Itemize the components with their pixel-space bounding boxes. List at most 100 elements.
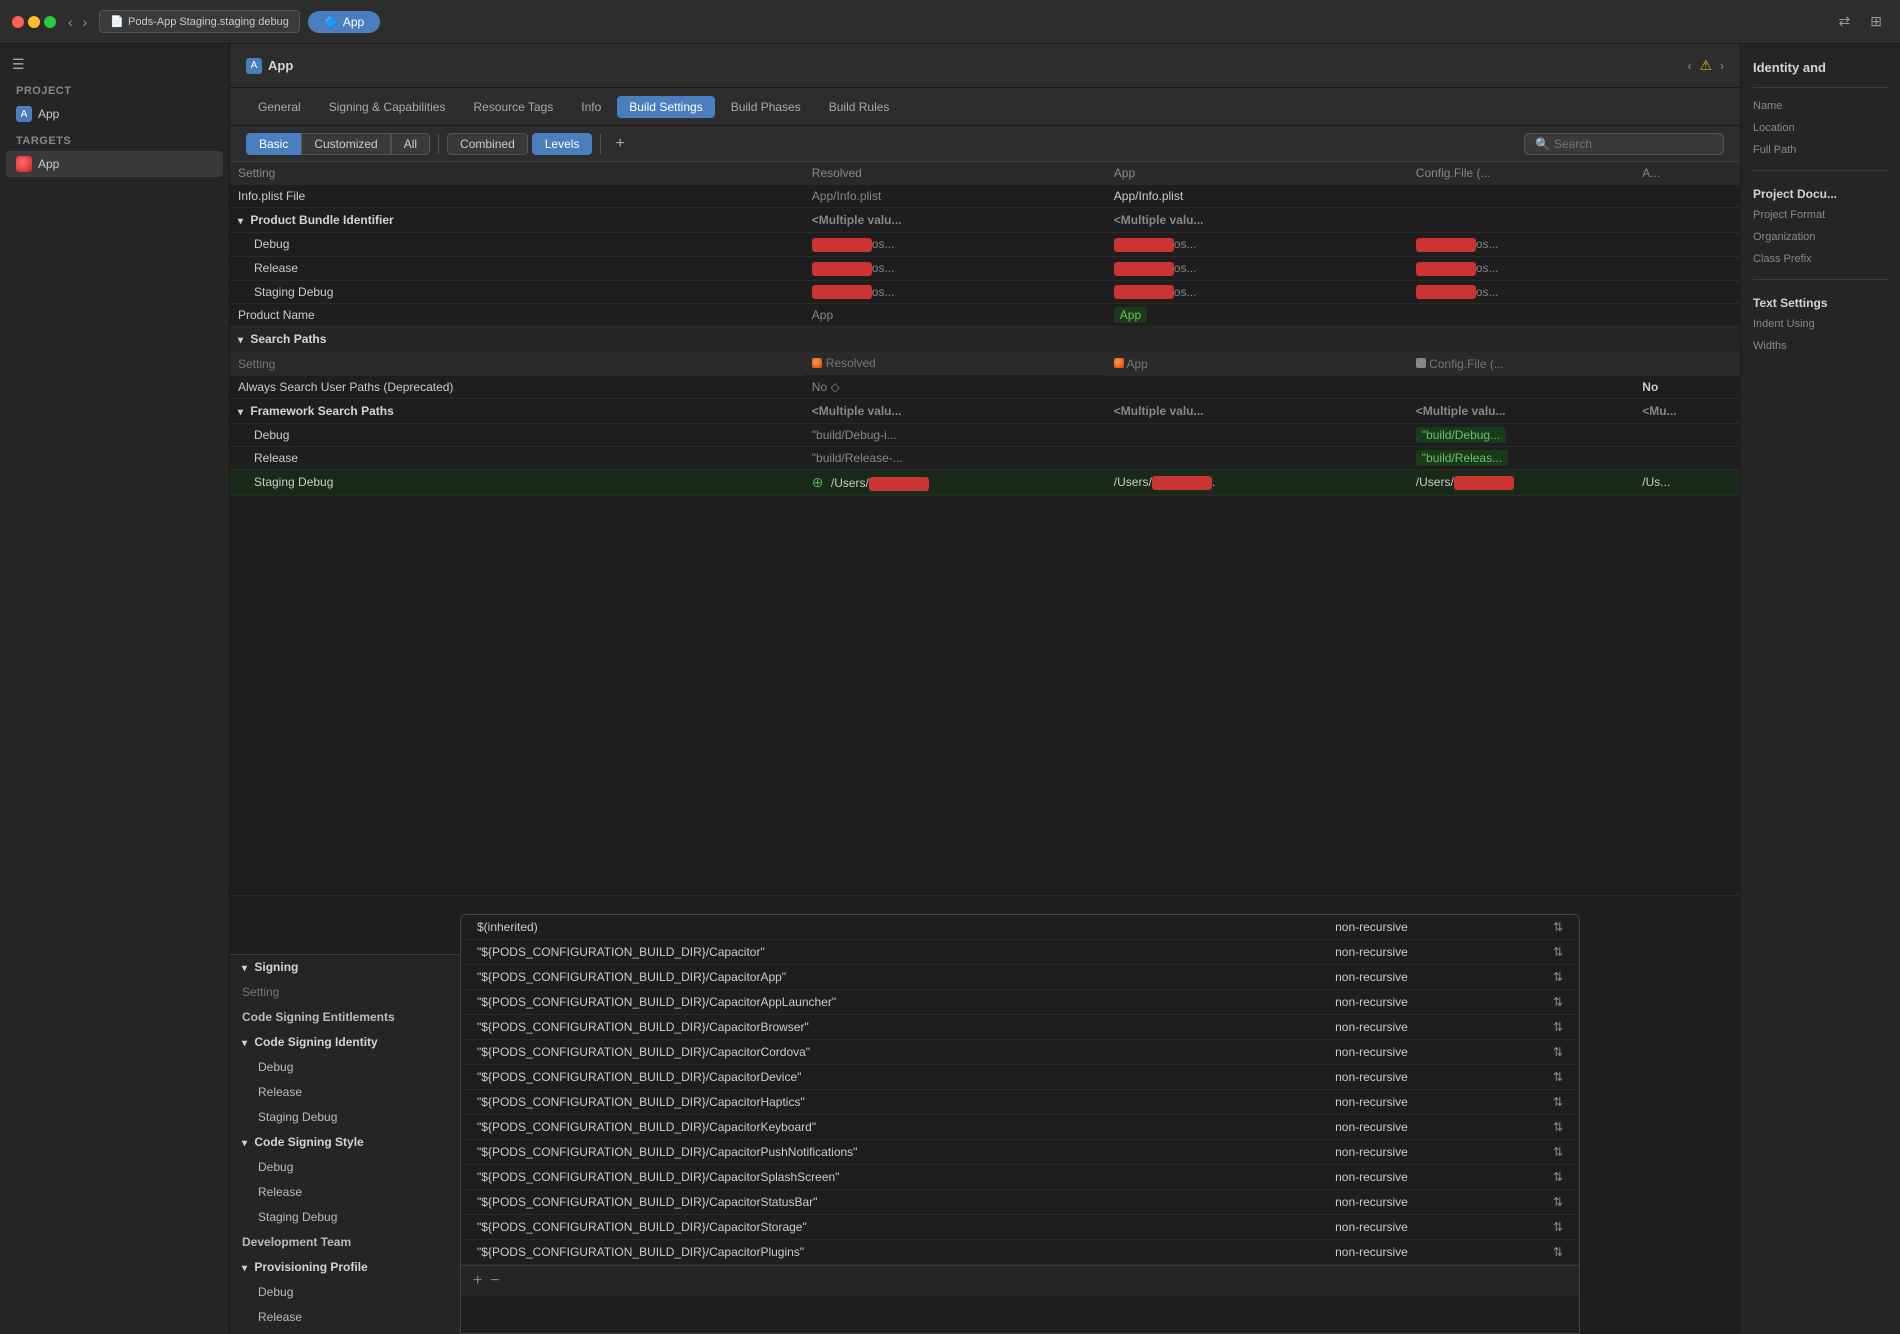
tab-resource-tags[interactable]: Resource Tags [461,96,565,118]
popup-path-row[interactable]: "${PODS_CONFIGURATION_BUILD_DIR}/Capacit… [461,1215,1579,1240]
popup-path-stepper[interactable]: ⇅ [1537,1090,1579,1115]
close-button[interactable] [12,16,24,28]
table-row[interactable]: Release os... os... os... [230,256,1740,280]
popup-path-row[interactable]: "${PODS_CONFIGURATION_BUILD_DIR}/Capacit… [461,1015,1579,1040]
indent-using-label: Indent Using [1753,318,1888,330]
section-label: ▾ Framework Search Paths [230,398,804,423]
row-label: Release [230,446,804,469]
popup-path-stepper[interactable]: ⇅ [1537,1065,1579,1090]
prov-expand-icon: ▾ [242,1263,247,1274]
popup-path-stepper[interactable]: ⇅ [1537,1115,1579,1140]
table-row[interactable]: Always Search User Paths (Deprecated) No… [230,375,1740,398]
tab-build-phases[interactable]: Build Phases [719,96,813,118]
table-row[interactable]: Debug os... os... os... [230,233,1740,257]
tab-build-settings[interactable]: Build Settings [617,96,714,118]
popup-add-button[interactable]: + [473,1272,482,1290]
table-row[interactable]: Debug "build/Debug-i... "build/Debug... [230,423,1740,446]
popup-path-row[interactable]: "${PODS_CONFIGURATION_BUILD_DIR}/Capacit… [461,965,1579,990]
popup-path-row[interactable]: "${PODS_CONFIGURATION_BUILD_DIR}/Capacit… [461,940,1579,965]
row-col4: /Us... [1634,469,1740,495]
filter-basic-button[interactable]: Basic [246,133,301,155]
config-indicator [1416,358,1426,368]
minimize-button[interactable] [28,16,40,28]
search-input[interactable] [1554,137,1713,151]
col-header-config: Config.File (... [1408,162,1635,185]
refresh-button[interactable]: ⇄ [1833,11,1857,32]
popup-path-stepper[interactable]: ⇅ [1537,1240,1579,1265]
popup-path-stepper[interactable]: ⇅ [1537,1015,1579,1040]
popup-path-row[interactable]: "${PODS_CONFIGURATION_BUILD_DIR}/Capacit… [461,1190,1579,1215]
split-view-button[interactable]: ⊞ [1864,11,1888,32]
view-combined-button[interactable]: Combined [447,133,528,155]
popup-path-row[interactable]: "${PODS_CONFIGURATION_BUILD_DIR}/Capacit… [461,1165,1579,1190]
resolved-indicator [812,358,822,368]
popup-path-stepper[interactable]: ⇅ [1537,990,1579,1015]
app-tab-icon: 🔷 [324,15,339,29]
table-row-section[interactable]: ▾ Framework Search Paths <Multiple valu.… [230,398,1740,423]
popup-path-stepper[interactable]: ⇅ [1537,1165,1579,1190]
row-config: "build/Releas... [1408,446,1635,469]
popup-path-row[interactable]: "${PODS_CONFIGURATION_BUILD_DIR}/Capacit… [461,990,1579,1015]
nav-arrows: ‹ › [64,12,91,32]
popup-path-type: non-recursive [1319,1065,1537,1090]
popup-path-row[interactable]: "${PODS_CONFIGURATION_BUILD_DIR}/Capacit… [461,1115,1579,1140]
filter-customized-button[interactable]: Customized [301,133,390,155]
table-row[interactable]: Release "build/Release-... "build/Releas… [230,446,1740,469]
section-col4 [1634,208,1740,233]
tab-general[interactable]: General [246,96,313,118]
popup-path-row[interactable]: "${PODS_CONFIGURATION_BUILD_DIR}/Capacit… [461,1090,1579,1115]
topbar-chevron-left[interactable]: ‹ [1687,59,1691,73]
add-setting-button[interactable]: + [609,135,630,153]
popup-path-stepper[interactable]: ⇅ [1537,940,1579,965]
sub-header-row: Setting Resolved App Config.File (... [230,352,1740,376]
popup-path-type: non-recursive [1319,940,1537,965]
popup-path-stepper[interactable]: ⇅ [1537,1190,1579,1215]
popup-path-row[interactable]: "${PODS_CONFIGURATION_BUILD_DIR}/Capacit… [461,1240,1579,1265]
nav-forward-button[interactable]: › [79,12,92,32]
tab-info[interactable]: Info [569,96,613,118]
popup-path-stepper[interactable]: ⇅ [1537,915,1579,940]
maximize-button[interactable] [44,16,56,28]
row-col4 [1634,185,1740,208]
table-row-staging[interactable]: Staging Debug ⊕ /Users/ /Users/ . /Users… [230,469,1740,495]
class-prefix-section: Class Prefix [1741,249,1900,271]
sidebar-item-target-app[interactable]: App [6,151,223,177]
search-box[interactable]: 🔍 [1524,133,1724,155]
popup-path-stepper[interactable]: ⇅ [1537,1140,1579,1165]
sidebar-toggle-button[interactable]: ☰ [12,56,25,73]
targets-section-label: TARGETS [0,127,229,151]
popup-path-row[interactable]: "${PODS_CONFIGURATION_BUILD_DIR}/Capacit… [461,1040,1579,1065]
toolbar-separator-2 [600,134,601,154]
settings-table-container[interactable]: Setting Resolved App Config.File (... A.… [230,162,1740,1334]
popup-path-row[interactable]: "${PODS_CONFIGURATION_BUILD_DIR}/Capacit… [461,1140,1579,1165]
table-row-section[interactable]: ▾ Product Bundle Identifier <Multiple va… [230,208,1740,233]
nav-back-button[interactable]: ‹ [64,12,77,32]
active-app-tab[interactable]: 🔷 App [308,11,380,33]
tab-signing[interactable]: Signing & Capabilities [317,96,458,118]
topbar-chevron-right[interactable]: › [1720,59,1724,73]
section-resolved: <Multiple valu... [804,208,1106,233]
sidebar-item-project-app[interactable]: A App [0,101,229,127]
section-arrow-icon: ▾ [238,216,243,227]
project-format-label: Project Format [1753,209,1888,221]
file-tab[interactable]: 📄 Pods-App Staging.staging debug [99,10,300,33]
app-topbar-left: A App [246,58,1679,74]
table-row[interactable]: Product Name App App [230,304,1740,327]
redacted-value [1152,476,1212,490]
popup-path-stepper[interactable]: ⇅ [1537,1040,1579,1065]
filter-all-button[interactable]: All [391,133,430,155]
view-levels-button[interactable]: Levels [532,133,593,155]
popup-path-row[interactable]: $(inherited) non-recursive ⇅ [461,915,1579,940]
table-row[interactable]: Info.plist File App/Info.plist App/Info.… [230,185,1740,208]
row-app: os... [1106,233,1408,257]
popup-remove-button[interactable]: − [490,1272,499,1290]
popup-path-type: non-recursive [1319,1115,1537,1140]
popup-path-stepper[interactable]: ⇅ [1537,965,1579,990]
row-app [1106,375,1408,398]
table-row[interactable]: Staging Debug os... os... os... [230,280,1740,304]
popup-path-row[interactable]: "${PODS_CONFIGURATION_BUILD_DIR}/Capacit… [461,1065,1579,1090]
tab-build-rules[interactable]: Build Rules [817,96,902,118]
popup-path-stepper[interactable]: ⇅ [1537,1215,1579,1240]
popup-path-type: non-recursive [1319,915,1537,940]
table-row-section-header[interactable]: ▾ Search Paths [230,327,1740,352]
